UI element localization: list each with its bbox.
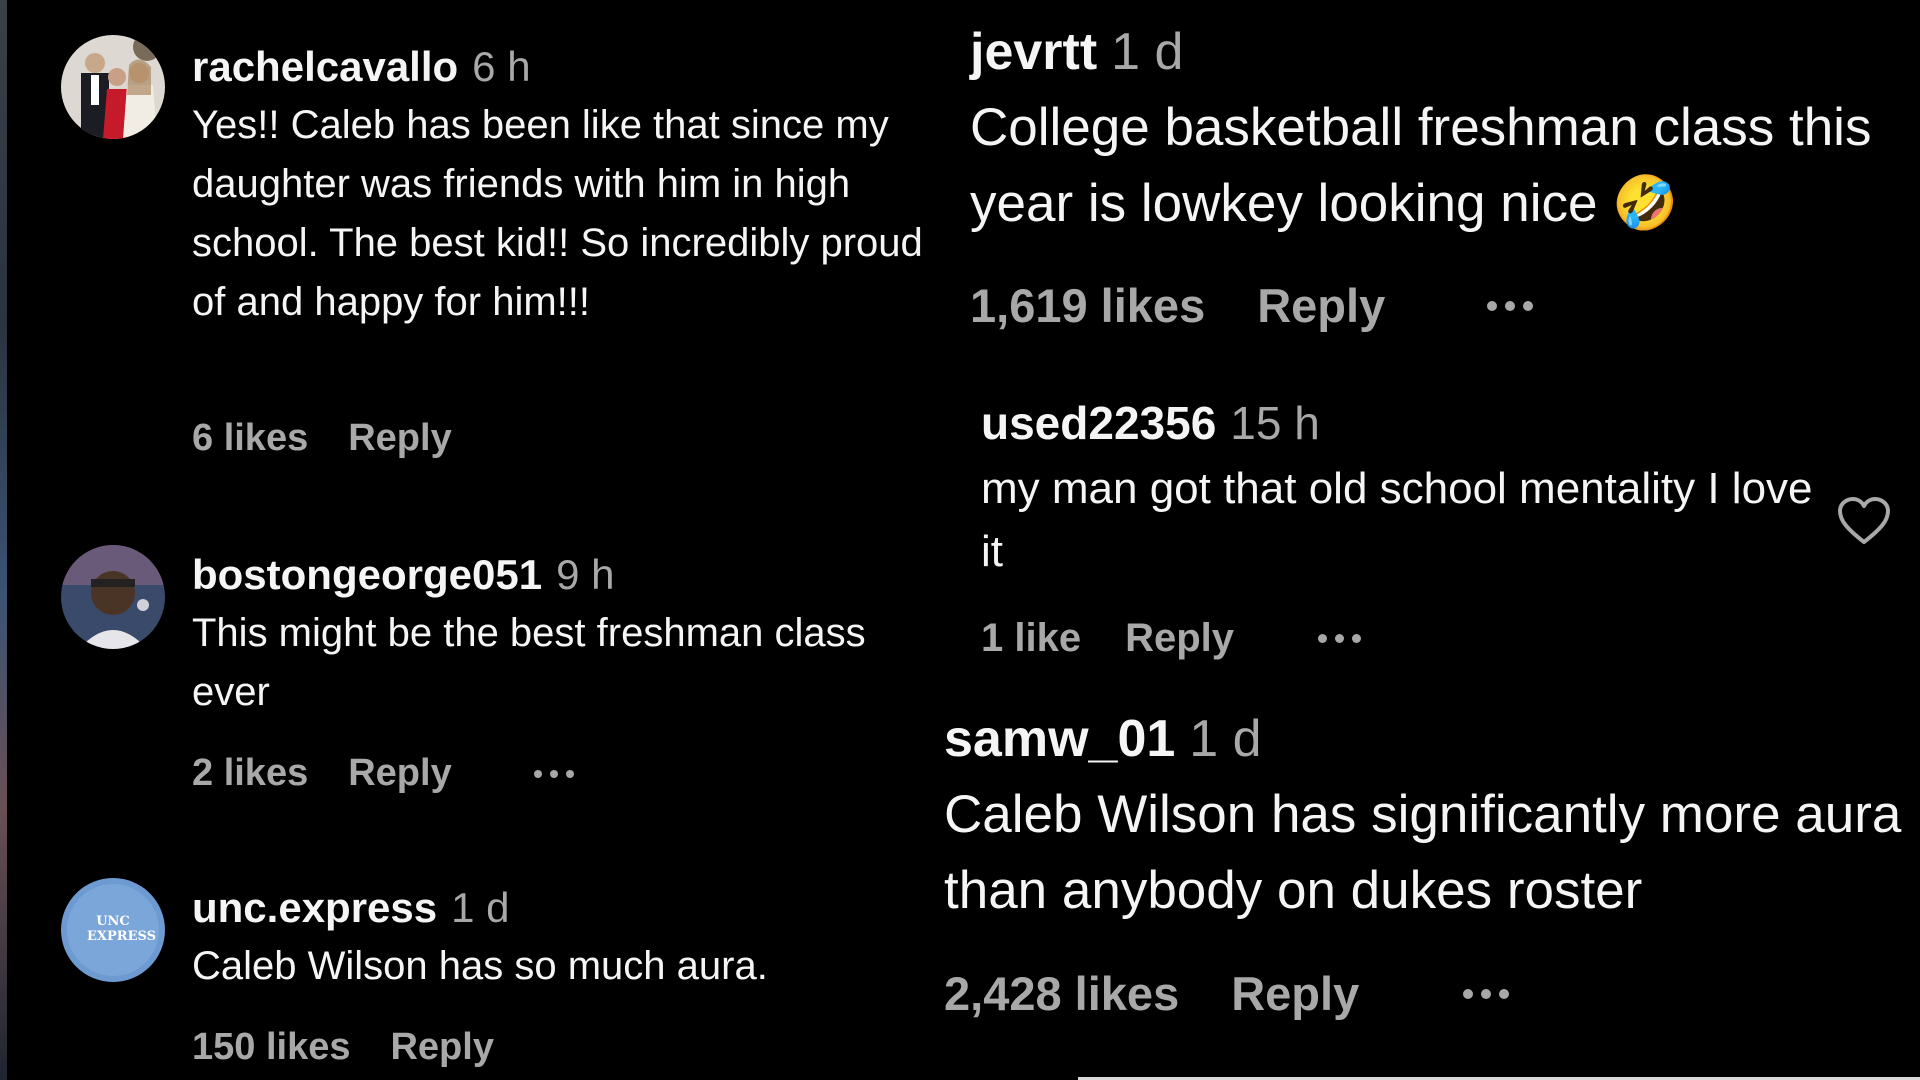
- comment-used22356: used22356 15 h my man got that old school…: [960, 390, 1920, 670]
- comment-actions: 1,619 likes Reply: [970, 278, 1534, 333]
- comment-text: College basketball freshman class this y…: [970, 98, 1872, 233]
- username[interactable]: bostongeorge051: [192, 551, 542, 598]
- timestamp: 1 d: [1189, 710, 1262, 768]
- timestamp: 1 d: [451, 884, 510, 931]
- heart-outline-icon[interactable]: [1836, 496, 1892, 551]
- comment-text: Caleb Wilson has so much aura.: [192, 944, 768, 988]
- reply-button[interactable]: Reply: [1257, 278, 1385, 333]
- comment-header: jevrtt 1 d: [970, 22, 1183, 82]
- comment-actions: 2,428 likes Reply: [944, 966, 1510, 1021]
- comment-actions: 150 likes Reply: [192, 1026, 494, 1069]
- more-options-icon[interactable]: [1318, 634, 1362, 643]
- comment-header: used22356 15 h: [981, 396, 1320, 450]
- timestamp: 1 d: [1111, 23, 1184, 81]
- likes-count[interactable]: 1,619 likes: [970, 278, 1205, 333]
- comment-actions: 1 like Reply: [981, 616, 1362, 661]
- likes-count[interactable]: 2 likes: [192, 752, 308, 795]
- likes-count[interactable]: 150 likes: [192, 1026, 350, 1069]
- likes-count[interactable]: 6 likes: [192, 417, 308, 460]
- likes-count[interactable]: 1 like: [981, 616, 1081, 661]
- comment-unc-express: UNC EXPRESS unc.express 1 d Caleb Wilson …: [0, 870, 960, 1080]
- comment-samw-01: samw_01 1 d Caleb Wilson has significantl…: [930, 700, 1920, 1070]
- more-options-icon[interactable]: [1487, 300, 1534, 311]
- comment-header: unc.express 1 d: [192, 884, 510, 932]
- comment-rachelcavallo: rachelcavallo 6 h Yes!! Caleb has been li…: [0, 0, 960, 480]
- username[interactable]: unc.express: [192, 884, 437, 931]
- avatar-logo-text: UNC EXPRESS: [87, 914, 156, 944]
- username[interactable]: used22356: [981, 397, 1216, 449]
- comment-header: rachelcavallo 6 h: [192, 43, 531, 91]
- comment-bostongeorge051: bostongeorge051 9 h This might be the bes…: [0, 540, 960, 820]
- comment-header: samw_01 1 d: [944, 709, 1262, 769]
- likes-count[interactable]: 2,428 likes: [944, 966, 1179, 1021]
- comment-text: Yes!! Caleb has been like that since my …: [192, 103, 923, 324]
- reply-button[interactable]: Reply: [390, 1026, 493, 1069]
- comment-actions: 6 likes Reply: [192, 417, 452, 460]
- timestamp: 9 h: [556, 551, 615, 598]
- reply-button[interactable]: Reply: [1231, 966, 1359, 1021]
- username[interactable]: jevrtt: [970, 23, 1097, 81]
- comment-header: bostongeorge051 9 h: [192, 551, 614, 599]
- comment-text: This might be the best freshman class ev…: [192, 611, 866, 714]
- reply-button[interactable]: Reply: [1125, 616, 1234, 661]
- comment-text: my man got that old school mentality I l…: [981, 464, 1813, 576]
- more-options-icon[interactable]: [1463, 988, 1510, 999]
- reply-button[interactable]: Reply: [348, 417, 451, 460]
- comment-text: Caleb Wilson has significantly more aura…: [944, 785, 1902, 920]
- unc-express-logo-avatar[interactable]: UNC EXPRESS: [61, 878, 165, 982]
- username[interactable]: samw_01: [944, 710, 1175, 768]
- username[interactable]: rachelcavallo: [192, 43, 458, 90]
- reply-button[interactable]: Reply: [348, 752, 451, 795]
- family-photo-avatar[interactable]: [61, 35, 165, 139]
- more-options-icon[interactable]: [533, 769, 574, 778]
- timestamp: 15 h: [1230, 397, 1320, 449]
- timestamp: 6 h: [472, 43, 531, 90]
- comment-actions: 2 likes Reply: [192, 752, 574, 795]
- comment-jevrtt: jevrtt 1 d College basketball freshman cl…: [960, 0, 1920, 360]
- person-photo-avatar[interactable]: [61, 545, 165, 649]
